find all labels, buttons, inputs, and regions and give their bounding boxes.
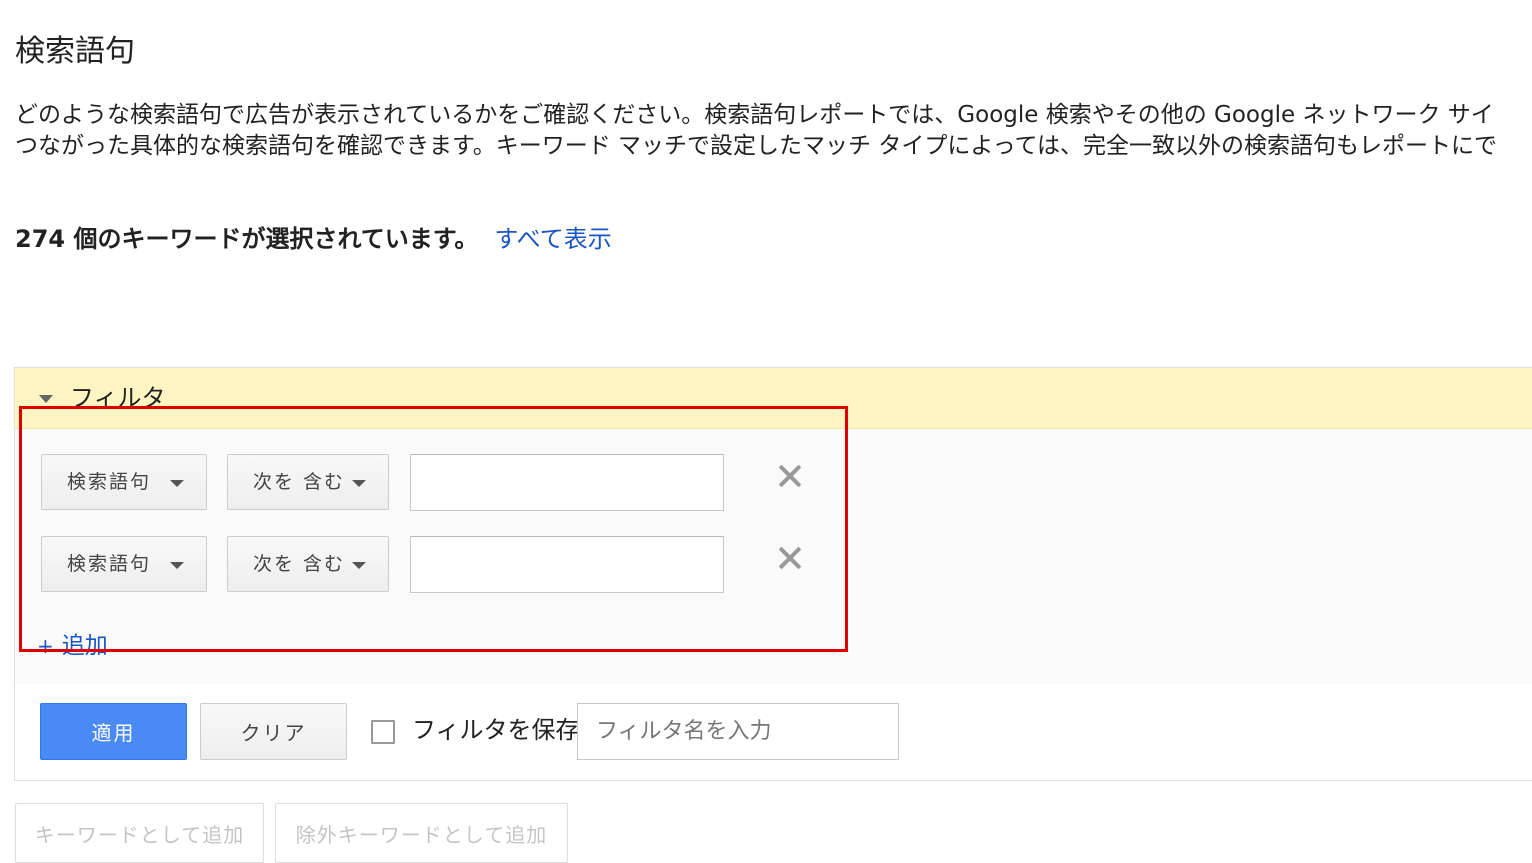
add-condition-label: 追加: [61, 633, 108, 659]
show-all-link[interactable]: すべて表示: [494, 225, 611, 253]
filter-field-dropdown[interactable]: 検索語句: [41, 536, 207, 592]
filter-operator-dropdown[interactable]: 次を 含む: [227, 454, 389, 510]
caret-down-icon: [170, 562, 184, 569]
apply-button[interactable]: 適用: [40, 703, 187, 760]
save-filter-checkbox[interactable]: [371, 720, 395, 744]
filter-title: フィルタ: [70, 384, 166, 412]
filter-name-input[interactable]: [577, 703, 899, 760]
page-title: 検索語句: [15, 34, 135, 69]
filter-footer: 適用 クリア フィルタを保存: [15, 684, 1532, 780]
remove-condition-icon[interactable]: [777, 463, 803, 489]
filter-value-input[interactable]: [410, 454, 724, 511]
add-as-keyword-button[interactable]: キーワードとして追加: [15, 803, 264, 863]
caret-down-icon: [352, 480, 366, 487]
save-filter-label: フィルタを保存: [412, 716, 580, 744]
filter-header-toggle[interactable]: フィルタ: [15, 368, 1532, 429]
selected-keyword-count: 274 個のキーワードが選択されています。: [15, 225, 479, 253]
filter-operator-label: 次を 含む: [253, 471, 346, 493]
plus-icon: +: [37, 634, 54, 658]
description-line: どのような検索語句で広告が表示されているかをご確認ください。検索語句レポートでは…: [15, 102, 1494, 128]
filter-field-label: 検索語句: [67, 553, 152, 575]
remove-condition-icon[interactable]: [777, 545, 803, 571]
filter-operator-label: 次を 含む: [253, 553, 346, 575]
add-as-negative-keyword-button[interactable]: 除外キーワードとして追加: [275, 803, 568, 863]
add-condition-link[interactable]: + 追加: [37, 630, 108, 662]
filter-field-dropdown[interactable]: 検索語句: [41, 454, 207, 510]
caret-down-icon: [352, 562, 366, 569]
filter-value-input[interactable]: [410, 536, 724, 593]
filter-field-label: 検索語句: [67, 471, 152, 493]
description-line: つながった具体的な検索語句を確認できます。キーワード マッチで設定したマッチ タ…: [15, 133, 1498, 159]
caret-down-icon: [170, 480, 184, 487]
keyword-selection-summary: 274 個のキーワードが選択されています。 すべて表示: [15, 222, 612, 256]
triangle-down-icon[interactable]: [39, 395, 53, 403]
page-description: どのような検索語句で広告が表示されているかをご確認ください。検索語句レポートでは…: [15, 100, 1532, 162]
clear-button[interactable]: クリア: [200, 703, 347, 760]
filter-operator-dropdown[interactable]: 次を 含む: [227, 536, 389, 592]
filter-conditions: 検索語句 次を 含む 検索語句 次を 含む: [15, 429, 1532, 684]
filter-panel: フィルタ 検索語句 次を 含む 検索語句 次を 含む + 追加 適用 クリア フ…: [14, 367, 1532, 781]
